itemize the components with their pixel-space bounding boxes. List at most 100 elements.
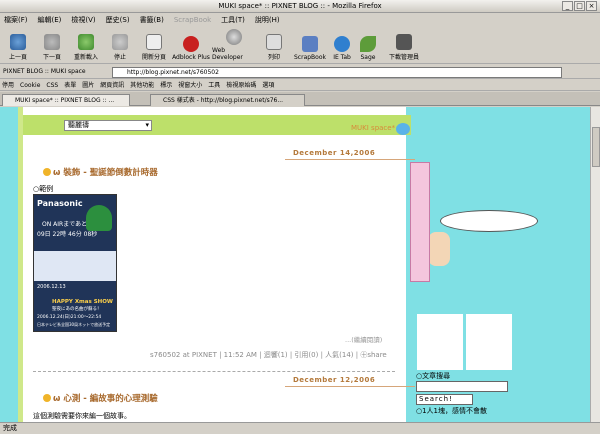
wd-tools[interactable]: 工具 — [208, 80, 220, 90]
new-tab-icon — [146, 34, 162, 50]
bird-icon — [396, 123, 410, 135]
reload-button[interactable]: 重新載入 — [70, 34, 102, 63]
adblock-icon — [183, 36, 199, 52]
search-button[interactable]: Search! — [416, 394, 473, 405]
wd-images[interactable]: 圖片 — [82, 80, 94, 90]
countdown-widget-image: Panasonic ON AIRまであと 09日 22時 46分 08秒 200… — [33, 194, 117, 332]
wd-cookie[interactable]: Cookie — [20, 80, 40, 90]
scrapbook-icon — [302, 36, 318, 52]
online-counter: ○1人1塊，感情不會散 — [416, 407, 488, 415]
speech-bubble — [440, 210, 538, 232]
stop-button[interactable]: 停止 — [104, 34, 136, 63]
gear-icon — [226, 29, 242, 45]
ie-tab-button[interactable]: IE Tab — [330, 36, 354, 63]
wd-information[interactable]: 網頁資訊 — [100, 80, 124, 90]
forward-icon — [44, 34, 60, 50]
date-rule — [285, 159, 415, 160]
back-button[interactable]: 上一頁 — [2, 34, 34, 63]
wd-misc[interactable]: 其他功能 — [130, 80, 154, 90]
stop-icon — [112, 34, 128, 50]
widget-network: 日本テレビ系全国30局ネットで放送予定 — [37, 322, 111, 327]
status-bar: 完成 — [0, 422, 600, 434]
download-icon — [396, 34, 412, 50]
post-subheading: ○範例 — [33, 185, 54, 193]
window-titlebar: MUKI space* :: PIXNET BLOG :: - Mozilla … — [0, 0, 600, 13]
web-developer-button[interactable]: Web Developer — [212, 29, 256, 63]
tab-muki-space[interactable]: MUKI space* :: PIXNET BLOG :: ... — [2, 94, 130, 106]
maximize-button[interactable]: □ — [574, 1, 585, 11]
girl-illustration — [428, 232, 450, 266]
menu-history[interactable]: 歷史(S) — [106, 14, 130, 26]
menu-scrapbook[interactable]: ScrapBook — [174, 14, 211, 26]
window-title: MUKI space* :: PIXNET BLOG :: - Mozilla … — [218, 2, 382, 10]
post-divider — [33, 371, 395, 372]
read-more-link[interactable]: ...(繼續閱讀) — [345, 334, 382, 344]
forward-button[interactable]: 下一頁 — [36, 34, 68, 63]
smile-icon — [43, 394, 51, 402]
category-select[interactable]: 聽麗禱 — [64, 120, 152, 131]
print-icon — [266, 34, 282, 50]
post-date: December 14,2006 — [293, 149, 376, 157]
sage-button[interactable]: Sage — [356, 36, 380, 63]
wd-css[interactable]: CSS — [46, 80, 58, 90]
status-text: 完成 — [3, 424, 17, 432]
widget-brand: Panasonic — [37, 199, 83, 208]
post-panel: 聽麗禱 MUKI space* December 14,2006 ω 裝飾 - … — [18, 107, 415, 422]
post-footer: s760502 at PIXNET | 11:52 AM | 迴響(1) | 引… — [150, 351, 387, 359]
vertical-scrollbar[interactable] — [590, 107, 600, 422]
sidebar: ○文章搜尋 Search! ○1人1塊，感情不會散 — [396, 107, 590, 422]
wd-resize[interactable]: 視窗大小 — [178, 80, 202, 90]
snow-village — [34, 251, 116, 281]
pink-tower — [410, 162, 430, 282]
page-label: PIXNET BLOG :: MUKI space — [3, 68, 86, 75]
menu-help[interactable]: 說明(H) — [255, 14, 280, 26]
blog-name: MUKI space* — [351, 124, 396, 132]
post-title[interactable]: ω 裝飾 - 聖誕節倒數計時器 — [43, 166, 158, 178]
new-tab-button[interactable]: 開新分頁 — [138, 34, 170, 63]
wd-view-source[interactable]: 檢視原始碼 — [226, 80, 256, 90]
minimize-button[interactable]: _ — [562, 1, 573, 11]
back-icon — [10, 34, 26, 50]
menu-tools[interactable]: 工具(T) — [221, 14, 245, 26]
url-input[interactable]: http://blog.pixnet.net/s760502 — [112, 67, 562, 78]
smile-icon — [43, 168, 51, 176]
location-toolbar: PIXNET BLOG :: MUKI space http://blog.pi… — [0, 65, 600, 79]
pirate-sticker-1 — [417, 314, 463, 370]
post-date-2: December 12,2006 — [293, 376, 376, 384]
search-input[interactable] — [416, 381, 508, 392]
close-button[interactable]: × — [586, 1, 597, 11]
tab-css-stylesheet[interactable]: CSS 樣式表 - http://blog.pixnet.net/s76... — [150, 94, 305, 106]
menu-edit[interactable]: 編輯(E) — [38, 14, 62, 26]
wd-options[interactable]: 選項 — [262, 80, 274, 90]
search-label: ○文章搜尋 — [416, 372, 451, 380]
tab-bar: MUKI space* :: PIXNET BLOG :: ... CSS 樣式… — [0, 92, 600, 106]
widget-show-name: HAPPY Xmas SHOW — [52, 299, 113, 305]
wd-forms[interactable]: 表單 — [64, 80, 76, 90]
xmas-tree-icon — [86, 205, 112, 231]
web-developer-toolbar: 停用 Cookie CSS 表單 圖片 網頁資訊 其他功能 標示 視窗大小 工具… — [0, 80, 600, 91]
menubar: 檔案(F) 編輯(E) 檢視(V) 歷史(S) 書籤(B) ScrapBook … — [0, 14, 600, 26]
menu-bookmarks[interactable]: 書籤(B) — [140, 14, 164, 26]
pirate-sticker-2 — [466, 314, 512, 370]
scrollbar-thumb[interactable] — [592, 127, 600, 167]
wd-outline[interactable]: 標示 — [160, 80, 172, 90]
post-excerpt: 這個測驗需要你來編一個故事。 — [33, 412, 131, 420]
widget-show-sub: 聖夜にあの名曲が蘇る！ — [52, 307, 102, 312]
scrapbook-button[interactable]: ScrapBook — [292, 36, 328, 63]
menu-view[interactable]: 檢視(V) — [71, 14, 95, 26]
print-button[interactable]: 列印 — [258, 34, 290, 63]
date-rule-2 — [285, 386, 415, 387]
widget-date: 2006.12.13 — [37, 284, 66, 290]
menu-file[interactable]: 檔案(F) — [4, 14, 28, 26]
adblock-button[interactable]: Adblock Plus — [172, 36, 210, 63]
navigation-toolbar: 上一頁 下一頁 重新載入 停止 開新分頁 Adblock Plus Web De… — [0, 27, 600, 64]
page-content: 聽麗禱 MUKI space* December 14,2006 ω 裝飾 - … — [0, 107, 590, 422]
post-title-2[interactable]: ω 心測 - 編故事的心理測驗 — [43, 392, 158, 404]
widget-air-time: 2006.12.24(日)21:00〜22:54 — [37, 315, 102, 320]
download-manager-button[interactable]: 下載管理員 — [382, 34, 426, 63]
sage-icon — [360, 36, 376, 52]
wd-disable[interactable]: 停用 — [2, 80, 14, 90]
reload-icon — [78, 34, 94, 50]
ie-icon — [334, 36, 350, 52]
widget-onair: ON AIRまであと — [42, 221, 88, 228]
